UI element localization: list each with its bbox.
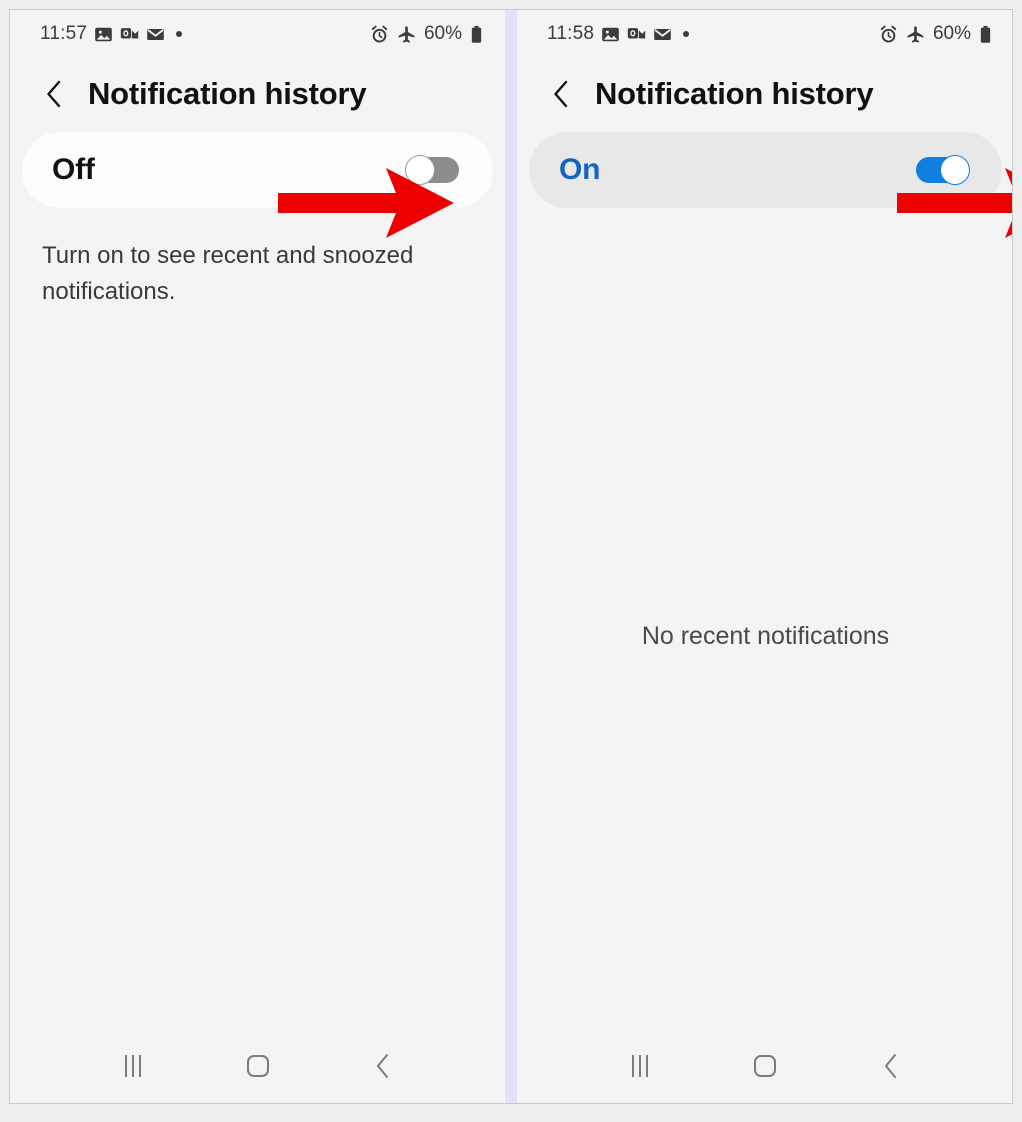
back-icon[interactable] — [353, 1046, 413, 1086]
description-text: Turn on to see recent and snoozed notifi… — [42, 242, 414, 306]
switch-knob — [405, 155, 435, 185]
alarm-icon — [879, 25, 898, 44]
recents-icon[interactable] — [103, 1046, 163, 1086]
battery-percent: 60% — [423, 23, 462, 44]
notification-history-switch[interactable] — [405, 155, 459, 185]
app-header-right: Notification history — [517, 58, 1012, 132]
gallery-icon — [601, 25, 620, 44]
app-header-left: Notification history — [10, 58, 505, 132]
airplane-mode-icon — [906, 25, 925, 44]
gallery-icon — [94, 25, 113, 44]
toggle-state-label: On — [559, 153, 601, 186]
status-time: 11:58 — [547, 23, 595, 44]
screenshot-frame: 11:57 60% Notification history Off Turn … — [9, 9, 1013, 1104]
home-icon[interactable] — [228, 1046, 288, 1086]
status-bar-right: 11:58 60% — [517, 10, 1012, 58]
outlook-icon — [627, 25, 646, 44]
navigation-bar-right — [517, 1029, 1012, 1103]
back-chevron-icon[interactable] — [551, 79, 571, 109]
panel-divider — [505, 10, 517, 1103]
status-bar-right-group: 60% — [879, 23, 992, 45]
home-icon[interactable] — [735, 1046, 795, 1086]
notification-history-toggle-card[interactable]: On — [529, 132, 1002, 208]
toggle-state-label: Off — [52, 153, 95, 186]
battery-icon — [979, 25, 992, 44]
dot-icon — [176, 31, 183, 37]
status-bar-left: 11:57 60% — [10, 10, 505, 58]
back-chevron-icon[interactable] — [44, 79, 64, 109]
status-bar-left-group: 11:58 — [547, 23, 690, 45]
airplane-mode-icon — [397, 25, 416, 44]
dot-icon — [683, 31, 690, 37]
page-title: Notification history — [88, 76, 367, 111]
recents-icon[interactable] — [610, 1046, 670, 1086]
battery-icon — [470, 25, 483, 44]
switch-knob — [940, 155, 970, 185]
status-bar-left-group: 11:57 — [40, 23, 183, 45]
battery-percent: 60% — [932, 23, 971, 44]
phone-screen-right: 11:58 60% Notification history On No rec… — [517, 10, 1012, 1103]
page-title: Notification history — [595, 76, 874, 111]
phone-screen-left: 11:57 60% Notification history Off Turn … — [10, 10, 505, 1103]
outlook-icon — [120, 25, 139, 44]
mail-icon — [653, 25, 672, 44]
notification-history-toggle-card[interactable]: Off — [22, 132, 493, 208]
back-icon[interactable] — [861, 1046, 921, 1086]
status-bar-right-group: 60% — [370, 23, 483, 45]
mail-icon — [146, 25, 165, 44]
empty-state-text: No recent notifications — [641, 622, 890, 650]
notification-history-switch[interactable] — [916, 155, 970, 185]
alarm-icon — [370, 25, 389, 44]
status-time: 11:57 — [40, 23, 88, 44]
navigation-bar-left — [10, 1029, 505, 1103]
